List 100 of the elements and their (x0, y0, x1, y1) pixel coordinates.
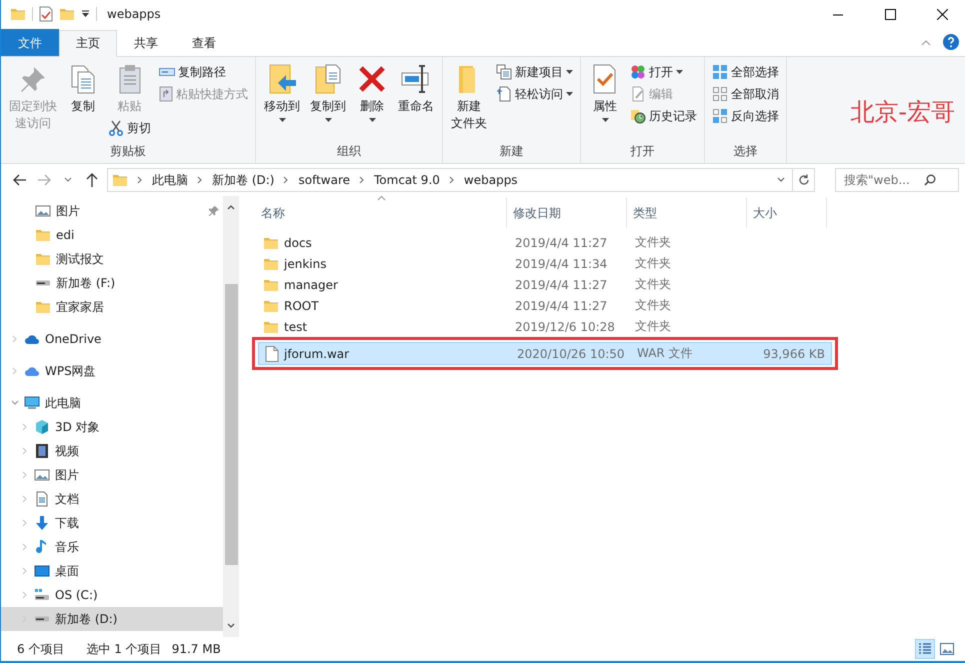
file-row[interactable]: manager 2019/4/4 11:27 文件夹 (257, 274, 829, 295)
breadcrumb[interactable]: software (298, 173, 350, 187)
nav-item[interactable]: 下载 (1, 511, 223, 535)
nav-item[interactable]: 桌面 (1, 559, 223, 583)
group-label: 剪贴板 (109, 143, 147, 160)
ribbon-tab[interactable]: 文件 (1, 29, 59, 56)
maximize-icon (884, 8, 896, 20)
nav-item[interactable]: 测试报文 (1, 247, 223, 271)
breadcrumb[interactable]: 此电脑 (152, 172, 188, 188)
table-cell-text: 2019/4/4 11:27 (514, 236, 608, 250)
scroll-up-icon[interactable] (227, 204, 235, 210)
ribbon-button[interactable]: 重命名 (394, 61, 438, 117)
ribbon-button[interactable]: 属性 (585, 61, 625, 124)
search-box[interactable]: 搜索"web... (835, 168, 959, 192)
file-row[interactable]: docs 2019/4/4 11:27 文件夹 (257, 232, 829, 253)
view-button[interactable] (915, 639, 935, 659)
select-none-icon (712, 86, 728, 102)
nav-item[interactable]: 视频 (1, 439, 223, 463)
nav-item[interactable]: edi (1, 223, 223, 247)
picture-icon (35, 203, 51, 219)
selection-size: 91.7 MB (172, 642, 221, 656)
nav-item[interactable]: 文档 (1, 487, 223, 511)
file-row[interactable]: jforum.war 2020/10/26 10:50 WAR 文件 93,966 KB (259, 343, 831, 364)
file-name: jforum.war (259, 346, 511, 362)
ribbon-button[interactable]: 打开 (627, 61, 700, 83)
file-icon (265, 346, 279, 362)
new-item-icon (496, 64, 512, 80)
ribbon-tab[interactable]: 查看 (175, 29, 233, 56)
ribbon-button[interactable]: 新建 文件夹 (447, 61, 491, 134)
address-bar[interactable]: 此电脑 新加卷 (D:) software Tomcat 9.0 webapps (107, 168, 815, 192)
scissors-icon (108, 120, 124, 136)
selection-count: 选中 1 个项目 (86, 640, 162, 658)
size-column-header[interactable]: 大小 (747, 198, 827, 228)
table-cell-text: 2019/4/4 11:27 (514, 298, 608, 312)
dropdown-icon[interactable] (81, 10, 90, 18)
nav-item[interactable]: 图片 (1, 199, 223, 223)
file-row[interactable]: test 2019/12/6 10:28 文件夹 (257, 316, 829, 337)
nav-item[interactable]: 音乐 (1, 535, 223, 559)
name-column-header[interactable]: 名称 (255, 198, 507, 228)
chevron-icon (282, 176, 290, 184)
nav-item[interactable]: 3D 对象 (1, 415, 223, 439)
type-column-header[interactable]: 类型 (627, 198, 747, 228)
search-icon (924, 174, 936, 186)
details-view-icon (918, 642, 932, 656)
file-row[interactable]: jenkins 2019/4/4 11:34 文件夹 (257, 253, 829, 274)
scrollbar[interactable] (223, 196, 239, 637)
file-name: ROOT (257, 298, 509, 314)
window-title: webapps (107, 7, 162, 21)
ribbon-tab[interactable]: 共享 (117, 29, 175, 56)
collapse-ribbon-icon[interactable] (921, 40, 931, 46)
ribbon-button[interactable]: 移动到 (260, 61, 304, 124)
close-icon (936, 8, 948, 20)
table-cell-text: 2019/4/4 11:34 (514, 256, 608, 270)
ribbon-button[interactable]: 复制到 (306, 61, 350, 124)
scroll-down-icon[interactable] (227, 623, 235, 629)
table-cell-text: 文件夹 (634, 318, 672, 335)
nav-item[interactable]: 图片 (1, 463, 223, 487)
breadcrumb[interactable]: webapps (464, 173, 518, 187)
ribbon-button[interactable]: 剪切 (105, 117, 154, 139)
ribbon-button[interactable]: 删除 (352, 61, 392, 124)
download-icon (34, 515, 50, 531)
search-field[interactable]: 搜索"web... (844, 173, 924, 187)
table-cell-text: 文件夹 (634, 255, 672, 272)
ribbon-button[interactable]: 全部取消 (709, 83, 782, 105)
picture-icon (34, 467, 50, 483)
table-cell-text: 93,966 KB (762, 346, 826, 360)
file-row[interactable]: ROOT 2019/4/4 11:27 文件夹 (257, 295, 829, 316)
ribbon-button[interactable]: 轻松访问 (493, 83, 576, 105)
ribbon-button[interactable]: 反向选择 (709, 105, 782, 127)
nav-item[interactable]: 宜家家居 (1, 295, 223, 319)
checklist-icon[interactable] (39, 6, 53, 22)
ribbon-button[interactable]: 新建项目 (493, 61, 576, 83)
collapsed-icon (21, 567, 29, 575)
nav-item[interactable]: 新加卷 (D:) (1, 607, 223, 631)
refresh-icon (798, 174, 810, 186)
help-icon[interactable] (943, 34, 959, 50)
date-column-header[interactable]: 修改日期 (507, 198, 627, 228)
drive-icon (34, 587, 50, 603)
file-name: manager (257, 276, 509, 292)
breadcrumb[interactable]: 新加卷 (D:) (212, 172, 274, 188)
shortcut-icon (159, 86, 173, 102)
nav-item[interactable]: WPS网盘 (1, 359, 223, 383)
ribbon-button[interactable]: 历史记录 (627, 105, 700, 127)
select-all-icon (712, 64, 728, 80)
document-icon (496, 86, 512, 102)
history-icon (630, 108, 646, 124)
ribbon-button[interactable]: 复制 (63, 61, 103, 117)
nav-item[interactable]: OS (C:) (1, 583, 223, 607)
path-icon (159, 66, 175, 78)
ribbon-tab[interactable]: 主页 (59, 30, 117, 57)
breadcrumb[interactable]: Tomcat 9.0 (374, 173, 440, 187)
ribbon-button[interactable]: 全部选择 (709, 61, 782, 83)
nav-item[interactable]: 新加卷 (F:) (1, 271, 223, 295)
folder-icon (35, 251, 51, 267)
chevron-icon (136, 176, 144, 184)
chevron-down-icon (777, 177, 785, 183)
nav-item[interactable]: OneDrive (1, 327, 223, 351)
nav-item[interactable]: 此电脑 (1, 391, 223, 415)
ribbon-button[interactable]: 复制路径 (156, 61, 251, 83)
edit-icon (630, 86, 646, 102)
